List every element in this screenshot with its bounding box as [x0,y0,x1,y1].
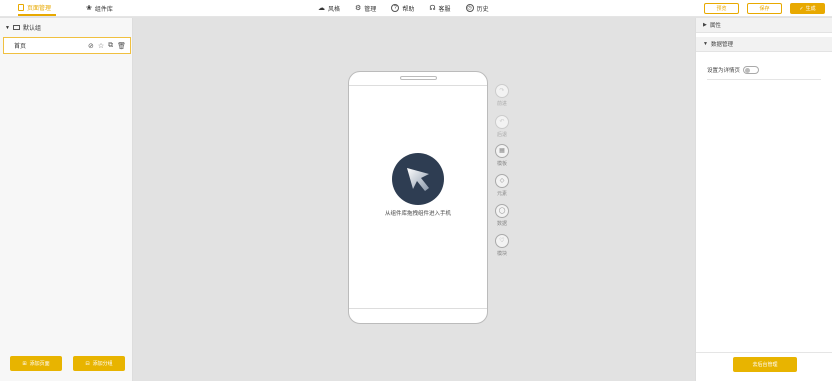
menu-help-label: 帮助 [402,6,415,13]
menu-support[interactable]: ☊ 客服 [429,4,450,13]
check-icon: ✓ [799,5,804,12]
left-panel: ▼ 默认组 首页 ⊘ ☆ ⧉ 🗑 ⊞ 添加页面 ⊟ 添加分组 [0,18,133,381]
generate-button-label: 生成 [805,6,816,12]
save-button[interactable]: 保存 [747,3,782,14]
page-group[interactable]: ▼ 默认组 [5,23,41,33]
top-bar: 页面管理 ❀ 组件库 ☁ 风格 ⚙ 管理 ? 帮助 ☊ 客服 ◷ 历史 预览 保… [0,0,832,17]
data-icon: ◯ [495,204,509,218]
save-button-label: 保存 [759,6,770,12]
folder-icon [12,25,20,30]
page-group-label: 默认组 [22,26,41,32]
redo-tool[interactable]: ↷ 前进 [493,84,511,107]
check-circle-icon[interactable]: ⊘ [88,42,94,50]
field-divider [707,79,821,80]
menu-history[interactable]: ◷ 历史 [465,4,489,13]
app-root: 页面管理 ❀ 组件库 ☁ 风格 ⚙ 管理 ? 帮助 ☊ 客服 ◷ 历史 预览 保… [0,0,832,381]
add-page-label: 添加页面 [29,361,50,367]
style-icon: ☁ [318,5,325,12]
preview-button-label: 预览 [716,6,727,12]
components-icon: ❀ [86,5,92,12]
page-item[interactable]: 首页 ⊘ ☆ ⧉ 🗑 [3,37,131,54]
drop-zone[interactable] [392,153,444,205]
add-page-button[interactable]: ⊞ 添加页面 [10,356,62,371]
backend-manage-label: 去后台管理 [752,362,778,368]
gear-icon: ⚙ [355,5,362,12]
menu-help[interactable]: ? 帮助 [391,4,414,13]
menu-style-label: 风格 [328,6,341,13]
add-group-label: 添加分组 [92,361,113,367]
caret-right-icon: ▶ [703,22,707,28]
module-tool-label: 模块 [496,251,507,257]
screen-divider-top [349,85,487,86]
tab-components[interactable]: ❀ 组件库 [86,0,120,16]
caret-down-icon: ▼ [5,24,10,31]
data-tool[interactable]: ◯ 数据 [493,204,511,227]
drop-hint: 从组件库拖拽组件进入手机 [384,211,451,217]
section-properties-label: 属性 [709,23,721,29]
backend-manage-button[interactable]: 去后台管理 [733,357,797,372]
detail-page-toggle[interactable] [743,66,760,74]
copy-icon[interactable]: ⧉ [108,42,113,50]
section-data-management-label: 数据管理 [710,42,733,48]
section-properties[interactable]: ▶ 属性 [696,18,832,33]
cursor-arrow-icon [407,168,429,191]
menu-manage-label: 管理 [364,6,377,13]
tab-page-management[interactable]: 页面管理 [18,0,56,16]
add-group-button[interactable]: ⊟ 添加分组 [73,356,125,371]
element-icon: ◇ [495,174,509,188]
history-icon: ◷ [465,4,474,12]
template-icon: ▦ [495,144,509,158]
menu-history-label: 历史 [476,6,489,13]
menu-manage[interactable]: ⚙ 管理 [355,4,376,13]
page-icon [18,3,24,11]
redo-tool-label: 前进 [496,101,507,107]
page-item-label: 首页 [14,44,27,50]
undo-tool[interactable]: ↶ 后退 [493,115,511,138]
undo-tool-label: 后退 [496,132,507,138]
preview-button[interactable]: 预览 [704,3,739,14]
element-tool-label: 元素 [496,191,507,197]
footer-divider [696,352,832,353]
page-item-actions: ⊘ ☆ ⧉ 🗑 [88,42,126,50]
canvas: 从组件库拖拽组件进入手机 ↷ 前进 ↶ 后退 ▦ 模板 ◇ 元素 ◯ 数据 ♡ … [134,18,694,381]
module-tool[interactable]: ♡ 模块 [493,234,511,257]
data-tool-label: 数据 [496,221,507,227]
menu-style[interactable]: ☁ 风格 [318,4,340,13]
help-icon: ? [391,4,400,12]
menu-support-label: 客服 [438,6,451,13]
detail-page-setting: 设置为详情页 [707,66,760,74]
redo-icon: ↷ [495,84,509,98]
trash-icon[interactable]: 🗑 [117,42,126,50]
template-tool-label: 模板 [496,161,507,167]
tab-page-management-label: 页面管理 [27,5,52,12]
undo-icon: ↶ [495,115,509,129]
phone-frame: 从组件库拖拽组件进入手机 [348,71,488,324]
right-panel: ▶ 属性 ▼ 数据管理 设置为详情页 去后台管理 [695,18,832,381]
section-data-management[interactable]: ▼ 数据管理 [696,37,832,52]
caret-down-icon: ▼ [703,41,708,47]
heart-icon: ♡ [495,234,509,248]
detail-page-label: 设置为详情页 [707,68,741,74]
template-tool[interactable]: ▦ 模板 [493,144,511,167]
screen-divider-bottom [349,308,487,309]
add-group-icon: ⊟ [85,360,90,367]
headset-icon: ☊ [429,5,436,12]
top-menu: ☁ 风格 ⚙ 管理 ? 帮助 ☊ 客服 ◷ 历史 [318,0,489,16]
star-icon[interactable]: ☆ [98,42,104,50]
tab-components-label: 组件库 [94,6,113,13]
element-tool[interactable]: ◇ 元素 [493,174,511,197]
add-page-icon: ⊞ [22,360,27,367]
phone-speaker [400,76,437,80]
generate-button[interactable]: ✓ 生成 [790,3,825,14]
